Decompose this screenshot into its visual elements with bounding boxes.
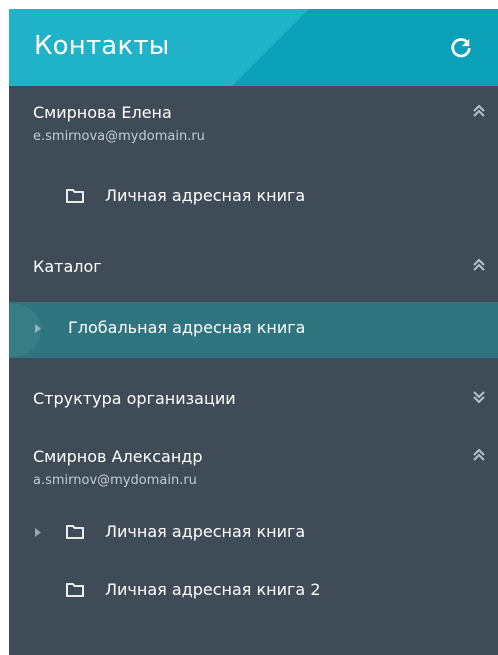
catalog-title: Каталог [33, 257, 102, 276]
folder-icon [66, 525, 84, 539]
address-book-item[interactable]: Личная адресная книга 2 [9, 564, 498, 620]
account-email: e.smirnova@mydomain.ru [33, 129, 205, 144]
caret-right-icon[interactable] [35, 324, 41, 333]
account-header[interactable]: Смирнова Елена e.smirnova@mydomain.ru [9, 86, 498, 178]
account-section: Смирнова Елена e.smirnova@mydomain.ru Ли… [9, 86, 498, 232]
global-address-book-item[interactable]: Глобальная адресная книга [9, 302, 498, 358]
chevron-double-up-icon[interactable] [473, 258, 485, 272]
chevron-double-up-icon[interactable] [473, 104, 485, 118]
org-structure-header[interactable]: Структура организации [9, 358, 498, 438]
account-name: Смирнов Александр [33, 447, 203, 466]
folder-icon [66, 189, 84, 203]
chevron-double-down-icon[interactable] [473, 390, 485, 404]
global-address-book-label: Глобальная адресная книга [68, 318, 306, 337]
address-book-label: Личная адресная книга [105, 522, 306, 541]
refresh-icon[interactable] [450, 37, 472, 59]
address-book-label: Личная адресная книга 2 [105, 580, 321, 599]
panel-header: Контакты [9, 9, 498, 86]
contacts-panel: Контакты Смирнова Елена e.smirnova@mydom… [9, 9, 498, 655]
folder-icon [66, 583, 84, 597]
address-book-item[interactable]: Личная адресная книга [9, 172, 498, 232]
chevron-double-up-icon[interactable] [473, 448, 485, 462]
page-title: Контакты [34, 31, 170, 61]
caret-right-icon[interactable] [35, 528, 41, 537]
account-section: Смирнов Александр a.smirnov@mydomain.ru … [9, 438, 498, 620]
org-structure-title: Структура организации [33, 389, 236, 408]
account-name: Смирнова Елена [33, 103, 172, 122]
address-book-item[interactable]: Личная адресная книга [9, 506, 498, 564]
catalog-section: Каталог Глобальная адресная книга [9, 232, 498, 358]
account-email: a.smirnov@mydomain.ru [33, 473, 197, 488]
address-book-label: Личная адресная книга [105, 186, 306, 205]
catalog-header[interactable]: Каталог [9, 232, 498, 302]
org-structure-section: Структура организации [9, 358, 498, 438]
